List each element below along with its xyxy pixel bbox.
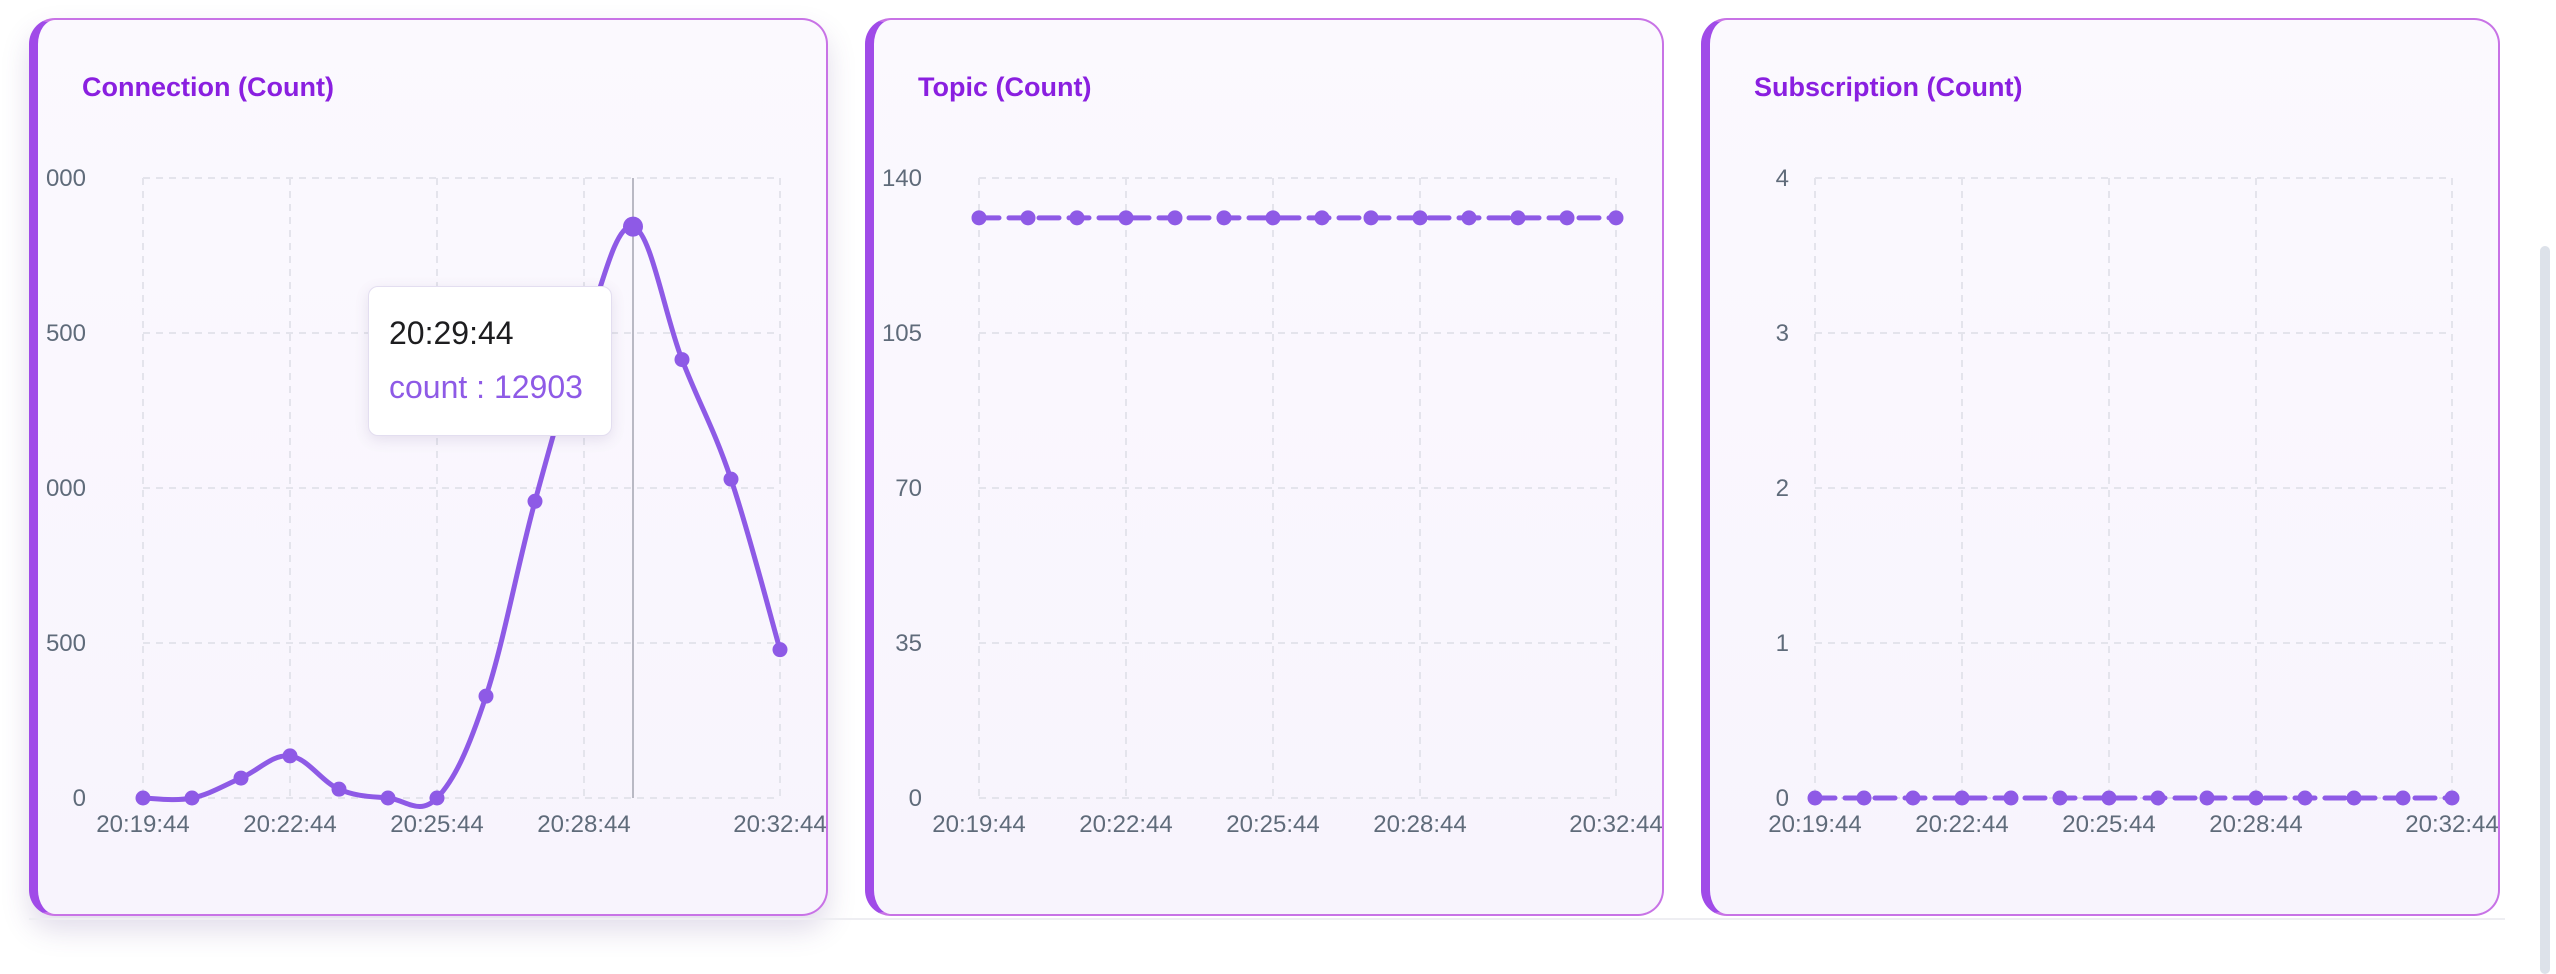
data-point [331, 781, 347, 797]
data-point [1807, 790, 1823, 806]
y-tick-label: 3 [1776, 320, 1789, 347]
data-point [233, 770, 249, 786]
y-tick-label: 105 [882, 320, 922, 347]
data-point [1856, 790, 1872, 806]
x-tick-label: 20:28:44 [1373, 811, 1466, 838]
x-tick-label: 20:28:44 [537, 811, 630, 838]
data-point [282, 748, 298, 764]
topic-chart-card: Topic (Count) 0 35 70 105 140 20:19:44 20:22:4… [865, 18, 1664, 916]
subscription-chart[interactable]: 0 1 2 3 4 20:19:44 20:22:44 20:25:44 20:28:44 20:… [1710, 20, 2500, 916]
data-point [135, 790, 151, 806]
y-tick-label: 000 [46, 475, 86, 502]
data-point [2297, 790, 2313, 806]
x-tick-label: 20:22:44 [1915, 811, 2008, 838]
data-point [1314, 210, 1330, 226]
data-point [1412, 210, 1428, 226]
data-point [2052, 790, 2068, 806]
section-divider [29, 918, 2505, 920]
grid [978, 177, 1617, 799]
y-tick-label: 500 [46, 630, 86, 657]
x-tick-label: 20:25:44 [2062, 811, 2155, 838]
y-tick-label: 70 [895, 475, 922, 502]
data-point [2248, 790, 2264, 806]
connection-chart[interactable]: 0 500 000 500 000 20:19:44 20:22:44 20:25:44 20:… [38, 20, 828, 916]
data-point [1118, 210, 1134, 226]
grid [142, 177, 781, 799]
data-point [380, 790, 396, 806]
tooltip-time: 20:29:44 [389, 315, 514, 351]
x-tick-label: 20:32:44 [1569, 811, 1662, 838]
x-tick-label: 20:19:44 [96, 811, 189, 838]
data-point [1608, 210, 1624, 226]
data-point [1265, 210, 1281, 226]
data-point [2199, 790, 2215, 806]
chart-tooltip: 20:29:44 count : 12903 [368, 286, 612, 436]
data-point [1069, 210, 1085, 226]
data-point [478, 688, 494, 704]
data-point [674, 352, 690, 368]
x-tick-label: 20:32:44 [733, 811, 826, 838]
data-point [2444, 790, 2460, 806]
data-point [723, 471, 739, 487]
data-point [1363, 210, 1379, 226]
y-tick-label: 0 [1776, 785, 1789, 812]
data-point [527, 493, 543, 509]
topic-chart[interactable]: 0 35 70 105 140 20:19:44 20:22:44 20:25:44 20:28… [874, 20, 1664, 916]
data-point [2395, 790, 2411, 806]
y-tick-label: 500 [46, 320, 86, 347]
grid [1814, 177, 2453, 799]
y-tick-label: 000 [46, 165, 86, 192]
data-point [1167, 210, 1183, 226]
y-tick-label: 2 [1776, 475, 1789, 502]
data-point [1461, 210, 1477, 226]
subscription-chart-card: Subscription (Count) 0 1 2 3 4 20:19:44 20:22:… [1701, 18, 2500, 916]
y-tick-label: 140 [882, 165, 922, 192]
data-point [772, 642, 788, 658]
x-tick-label: 20:25:44 [1226, 811, 1319, 838]
y-tick-label: 0 [909, 785, 922, 812]
y-tick-label: 35 [895, 630, 922, 657]
data-point [2346, 790, 2362, 806]
data-point [1954, 790, 1970, 806]
data-point [1905, 790, 1921, 806]
y-tick-label: 1 [1776, 630, 1789, 657]
data-point [1559, 210, 1575, 226]
vertical-scrollbar[interactable] [2540, 246, 2550, 974]
x-tick-label: 20:19:44 [932, 811, 1025, 838]
x-tick-label: 20:28:44 [2209, 811, 2302, 838]
x-tick-label: 20:32:44 [2405, 811, 2498, 838]
tooltip-value: count : 12903 [389, 369, 583, 405]
data-point [971, 210, 987, 226]
data-point [1216, 210, 1232, 226]
x-tick-label: 20:25:44 [390, 811, 483, 838]
y-tick-label: 0 [73, 785, 86, 812]
data-point [2150, 790, 2166, 806]
y-tick-label: 4 [1776, 165, 1789, 192]
data-point [1020, 210, 1036, 226]
data-point [2003, 790, 2019, 806]
highlighted-data-point [623, 216, 643, 237]
data-point [184, 790, 200, 806]
x-tick-label: 20:19:44 [1768, 811, 1861, 838]
data-point [2101, 790, 2117, 806]
data-point [429, 790, 445, 806]
x-tick-label: 20:22:44 [1079, 811, 1172, 838]
connection-chart-card: Connection (Count) 0 500 000 500 000 20:19:44… [29, 18, 828, 916]
x-tick-label: 20:22:44 [243, 811, 336, 838]
data-point [1510, 210, 1526, 226]
